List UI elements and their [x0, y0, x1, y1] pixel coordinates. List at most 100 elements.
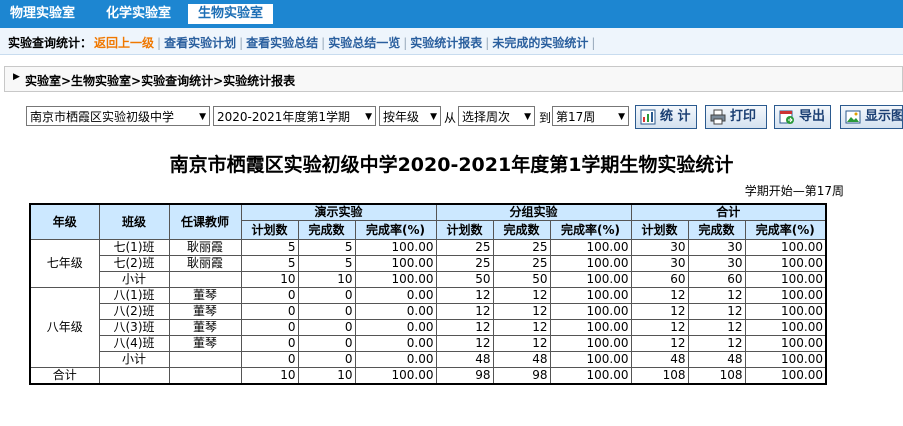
breadcrumb-arrow-icon: ▶ — [13, 72, 20, 82]
demo-done-cell: 10 — [297, 367, 356, 385]
display-chart-button[interactable]: 显示图 — [840, 105, 903, 129]
group-done-cell: 12 — [492, 335, 551, 352]
chevron-down-icon: ▼ — [430, 112, 437, 122]
to-week-select[interactable]: 第17周 ▼ — [552, 106, 629, 126]
header-grade: 年级 — [29, 203, 100, 240]
chevron-down-icon: ▼ — [199, 112, 206, 122]
group-done-cell: 12 — [492, 287, 551, 304]
demo-rate-cell: 0.00 — [354, 319, 437, 336]
chevron-down-icon: ▼ — [365, 112, 372, 122]
header-rate: 完成率(%) — [354, 220, 437, 240]
demo-done-cell: 0 — [297, 351, 356, 368]
demo-planned-cell: 0 — [240, 335, 299, 352]
group-rate-cell: 100.00 — [549, 319, 632, 336]
group-done-cell: 48 — [492, 351, 551, 368]
term-select[interactable]: 2020-2021年度第1学期 ▼ — [213, 106, 376, 126]
demo-rate-cell: 100.00 — [354, 239, 437, 256]
school-select[interactable]: 南京市栖霞区实验初级中学 ▼ — [26, 106, 210, 126]
link-view-plan[interactable]: 查看实验计划 — [164, 36, 236, 50]
back-link[interactable]: 返回上一级 — [94, 36, 154, 50]
total-planned-cell: 108 — [630, 367, 689, 385]
demo-rate-cell: 0.00 — [354, 335, 437, 352]
table-row: 八年级 八(1)班 董琴 0 0 0.00 12 12 100.00 12 12… — [29, 287, 827, 368]
table-row: 小计 0 0 0.00 48 48 100.00 48 48 100.00 — [30, 351, 827, 368]
link-unfinished-stat[interactable]: 未完成的实验统计 — [492, 36, 588, 50]
link-view-summary[interactable]: 查看实验总结 — [246, 36, 318, 50]
demo-rate-cell: 0.00 — [354, 303, 437, 320]
group-by-select[interactable]: 按年级 ▼ — [379, 106, 441, 126]
demo-rate-cell: 100.00 — [354, 271, 437, 288]
table-row: 小计 10 10 100.00 50 50 100.00 60 60 100.0… — [30, 271, 827, 288]
teacher-cell: 董琴 — [168, 319, 242, 336]
total-rate-cell: 100.00 — [744, 303, 827, 320]
class-cell: 七(1)班 — [98, 239, 170, 256]
filter-bar: 南京市栖霞区实验初级中学 ▼ 2020-2021年度第1学期 ▼ 按年级 ▼ 从 选择… — [0, 103, 903, 131]
demo-done-cell: 5 — [297, 255, 356, 272]
tab-chemistry-lab[interactable]: 化学实验室 — [106, 0, 171, 28]
class-cell: 八(2)班 — [98, 303, 170, 320]
teacher-cell: 董琴 — [168, 335, 242, 352]
demo-rate-cell: 0.00 — [354, 287, 437, 304]
header-planned: 计划数 — [240, 220, 299, 240]
group-done-cell: 50 — [492, 271, 551, 288]
breadcrumb: ▶ 实验室>生物实验室>实验查询统计>实验统计报表 — [4, 66, 903, 92]
header-class: 班级 — [98, 203, 170, 240]
header-demo-experiment: 演示实验 — [240, 203, 437, 221]
total-done-cell: 12 — [687, 303, 746, 320]
header-group-experiment: 分组实验 — [435, 203, 632, 221]
tab-biology-lab[interactable]: 生物实验室 — [188, 4, 274, 24]
group-done-cell: 12 — [492, 319, 551, 336]
group-planned-cell: 98 — [435, 367, 494, 385]
from-label: 从 — [444, 111, 457, 125]
breadcrumb-text: 实验室>生物实验室>实验查询统计>实验统计报表 — [25, 74, 296, 88]
class-cell: 小计 — [98, 351, 170, 368]
teacher-cell: 董琴 — [168, 287, 242, 304]
header-planned: 计划数 — [630, 220, 689, 240]
total-planned-cell: 12 — [630, 303, 689, 320]
link-summary-overview[interactable]: 实验总结一览 — [328, 36, 400, 50]
stat-button[interactable]: 统 计 — [635, 105, 697, 129]
class-cell: 八(1)班 — [98, 287, 170, 304]
demo-planned-cell: 0 — [240, 287, 299, 304]
demo-done-cell: 0 — [297, 287, 356, 304]
group-rate-cell: 100.00 — [549, 271, 632, 288]
demo-planned-cell: 5 — [240, 239, 299, 256]
export-button[interactable]: 导出 — [774, 105, 831, 129]
report-title: 南京市栖霞区实验初级中学2020-2021年度第1学期生物实验统计 — [169, 154, 734, 176]
total-done-cell: 30 — [687, 255, 746, 272]
group-done-cell: 12 — [492, 303, 551, 320]
header-planned: 计划数 — [435, 220, 494, 240]
group-rate-cell: 100.00 — [549, 367, 632, 385]
group-done-cell: 25 — [492, 255, 551, 272]
demo-rate-cell: 0.00 — [354, 351, 437, 368]
link-stat-report[interactable]: 实验统计报表 — [410, 36, 482, 50]
header-rate: 完成率(%) — [744, 220, 827, 240]
total-rate-cell: 100.00 — [744, 239, 827, 256]
teacher-cell — [168, 271, 242, 288]
top-navigation: 物理实验室 化学实验室 生物实验室 — [0, 0, 903, 28]
demo-planned-cell: 10 — [240, 271, 299, 288]
total-planned-cell: 30 — [630, 255, 689, 272]
statistics-table: 年级 班级 任课教师 演示实验 分组实验 合计 计划数 完成数 完成率(%) 计… — [29, 203, 827, 385]
group-rate-cell: 100.00 — [549, 287, 632, 304]
total-rate-cell: 100.00 — [744, 319, 827, 336]
total-done-cell: 12 — [687, 319, 746, 336]
header-teacher: 任课教师 — [168, 203, 242, 240]
print-button[interactable]: 打印 — [705, 105, 767, 129]
group-planned-cell: 48 — [435, 351, 494, 368]
printer-icon — [710, 109, 726, 125]
teacher-cell: 耿丽霞 — [168, 239, 242, 256]
total-rate-cell: 100.00 — [744, 287, 827, 304]
teacher-cell — [168, 367, 242, 385]
demo-planned-cell: 10 — [240, 367, 299, 385]
total-planned-cell: 12 — [630, 287, 689, 304]
from-week-select[interactable]: 选择周次 ▼ — [458, 106, 535, 126]
tab-physics-lab[interactable]: 物理实验室 — [10, 0, 75, 28]
total-done-cell: 48 — [687, 351, 746, 368]
total-planned-cell: 48 — [630, 351, 689, 368]
table-row: 八(2)班 董琴 0 0 0.00 12 12 100.00 12 12 100… — [30, 303, 827, 320]
total-planned-cell: 60 — [630, 271, 689, 288]
chart-icon — [640, 109, 656, 125]
table-row: 七(2)班 耿丽霞 5 5 100.00 25 25 100.00 30 30 … — [30, 255, 827, 272]
demo-planned-cell: 0 — [240, 351, 299, 368]
